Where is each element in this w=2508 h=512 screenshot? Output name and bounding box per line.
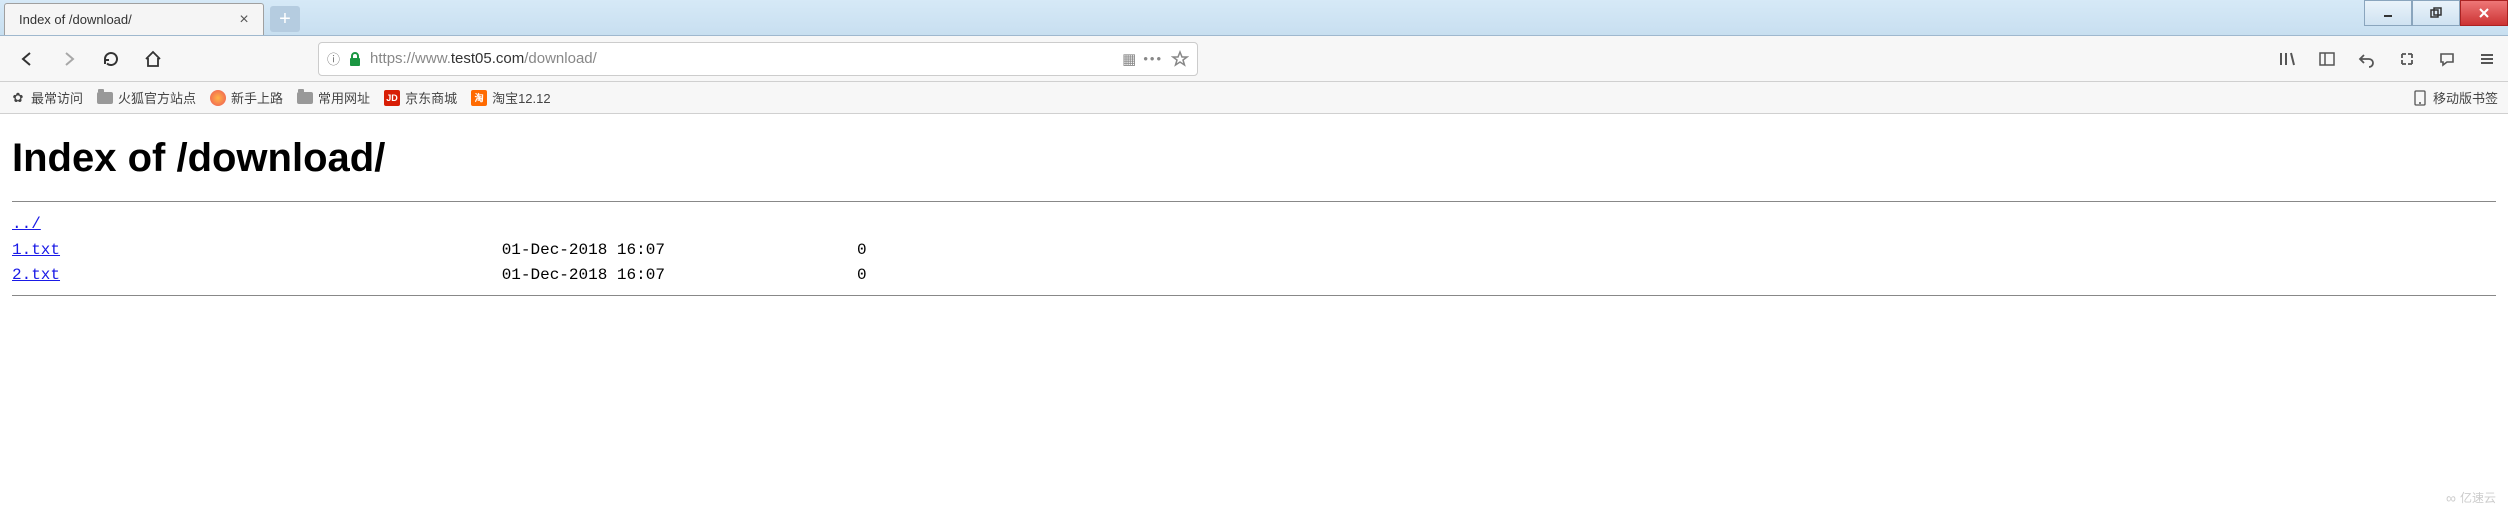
toolbar-right — [2276, 48, 2498, 70]
tab-title: Index of /download/ — [19, 12, 235, 27]
screenshot-icon[interactable] — [2396, 48, 2418, 70]
url-bar[interactable]: ⓘ https://www.test05.com/download/ ▦ ••• — [318, 42, 1198, 76]
navbar: ⓘ https://www.test05.com/download/ ▦ ••• — [0, 36, 2508, 82]
bookmarks-bar: ✿最常访问 火狐官方站点 新手上路 常用网址 JD京东商城 淘淘宝12.12 移… — [0, 82, 2508, 114]
file-link[interactable]: ../ — [12, 215, 41, 233]
titlebar: Index of /download/ × + — [0, 0, 2508, 36]
browser-tab[interactable]: Index of /download/ × — [4, 3, 264, 35]
close-window-button[interactable] — [2460, 0, 2508, 26]
bookmark-firefox-official[interactable]: 火狐官方站点 — [97, 88, 196, 107]
bookmark-most-visited[interactable]: ✿最常访问 — [10, 88, 83, 107]
forward-button[interactable] — [52, 42, 86, 76]
jd-icon: JD — [384, 90, 400, 106]
reload-button[interactable] — [94, 42, 128, 76]
taobao-icon: 淘 — [471, 90, 487, 106]
bookmark-getting-started[interactable]: 新手上路 — [210, 88, 283, 107]
menu-icon[interactable] — [2476, 48, 2498, 70]
directory-listing: ../ 1.txt 01-Dec-2018 16:07 0 2.txt 01-D… — [12, 212, 2496, 289]
file-link[interactable]: 2.txt — [12, 266, 60, 284]
undo-icon[interactable] — [2356, 48, 2378, 70]
page-actions-icon[interactable]: ••• — [1143, 51, 1163, 66]
bookmark-common-sites[interactable]: 常用网址 — [297, 88, 370, 107]
page-title: Index of /download/ — [12, 136, 2496, 181]
gear-icon: ✿ — [10, 90, 26, 106]
page-content: Index of /download/ ../ 1.txt 01-Dec-201… — [0, 114, 2508, 314]
sidebar-icon[interactable] — [2316, 48, 2338, 70]
back-button[interactable] — [10, 42, 44, 76]
folder-icon — [297, 90, 313, 106]
home-button[interactable] — [136, 42, 170, 76]
firefox-icon — [210, 90, 226, 106]
bookmark-mobile[interactable]: 移动版书签 — [2412, 88, 2498, 107]
new-tab-button[interactable]: + — [270, 6, 300, 32]
bookmark-star-icon[interactable] — [1171, 50, 1189, 68]
bookmark-jd[interactable]: JD京东商城 — [384, 88, 457, 107]
close-tab-icon[interactable]: × — [235, 11, 253, 29]
library-icon[interactable] — [2276, 48, 2298, 70]
info-icon[interactable]: ⓘ — [327, 49, 340, 68]
qr-icon[interactable]: ▦ — [1122, 50, 1135, 68]
lock-icon — [348, 51, 362, 67]
minimize-button[interactable] — [2364, 0, 2412, 26]
folder-icon — [97, 90, 113, 106]
file-link[interactable]: 1.txt — [12, 241, 60, 259]
chat-icon[interactable] — [2436, 48, 2458, 70]
divider — [12, 201, 2496, 202]
divider — [12, 295, 2496, 296]
mobile-icon — [2412, 90, 2428, 106]
window-controls — [2364, 0, 2508, 26]
watermark: ∞亿速云 — [2446, 489, 2496, 506]
maximize-button[interactable] — [2412, 0, 2460, 26]
bookmark-taobao[interactable]: 淘淘宝12.12 — [471, 88, 551, 107]
url-text: https://www.test05.com/download/ — [370, 50, 1114, 67]
